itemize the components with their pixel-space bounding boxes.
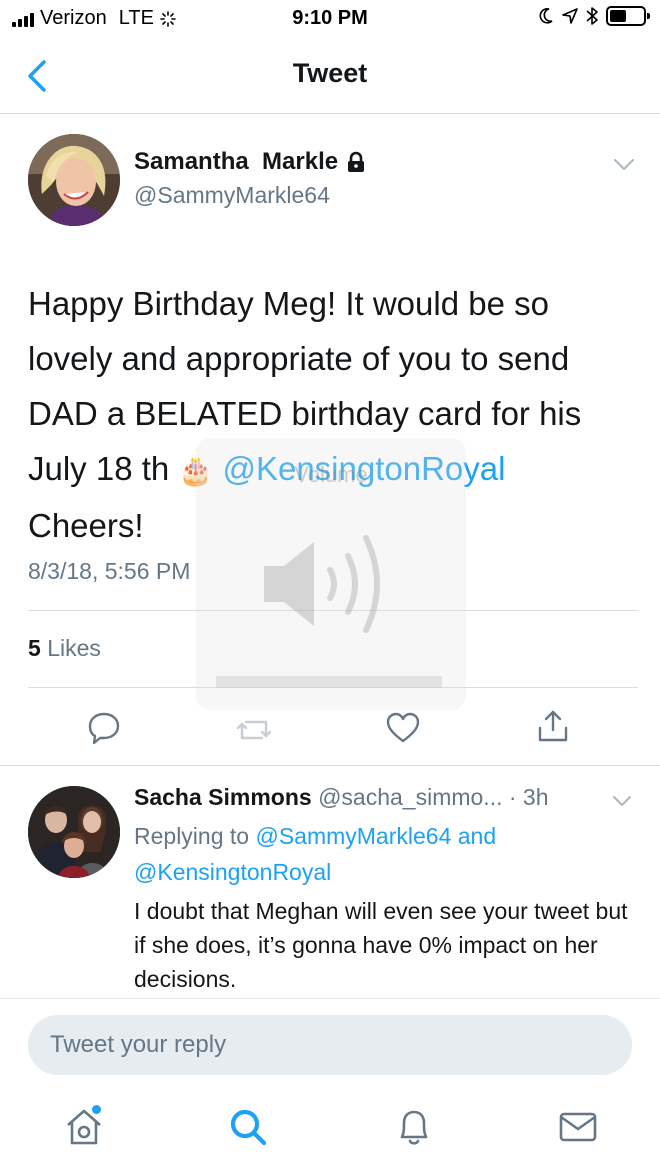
tweet-timestamp: 8/3/18, 5:56 PM xyxy=(28,558,191,584)
battery-icon xyxy=(606,6,650,26)
replying-mention-2[interactable]: @KensingtonRoyal xyxy=(134,859,331,885)
replying-to-prefix: Replying to xyxy=(134,823,256,849)
reply-icon[interactable] xyxy=(86,710,122,746)
volume-level-bar xyxy=(216,676,442,688)
volume-overlay: Volume xyxy=(196,438,466,710)
likes-label: Likes xyxy=(47,635,101,661)
speaker-icon xyxy=(264,535,380,633)
divider xyxy=(0,765,660,766)
reply-text: I doubt that Meghan will even see your t… xyxy=(134,898,628,992)
reply-composer xyxy=(0,998,660,1174)
chevron-down-icon[interactable] xyxy=(612,794,632,808)
volume-label: Volume xyxy=(294,462,368,487)
replying-to: Replying to @SammyMarkle64 and @Kensingto… xyxy=(134,818,634,890)
likes-count[interactable]: 5 Likes xyxy=(28,635,101,662)
lock-icon xyxy=(348,151,365,172)
chevron-down-icon[interactable] xyxy=(612,156,636,174)
reply-input[interactable] xyxy=(28,1015,632,1075)
nav-bar: Tweet xyxy=(0,38,660,114)
status-bar: Verizon LTE 9:10 PM xyxy=(0,0,660,38)
reply-avatar[interactable] xyxy=(28,786,120,878)
bluetooth-icon xyxy=(586,7,598,25)
location-icon xyxy=(562,8,578,24)
likes-number: 5 xyxy=(28,635,41,661)
status-right xyxy=(538,6,650,26)
reply-time: · 3h xyxy=(508,784,549,810)
author-handle[interactable]: @SammyMarkle64 xyxy=(134,182,330,209)
messages-icon[interactable] xyxy=(556,1105,600,1149)
reply-author-name[interactable]: Sacha Simmons xyxy=(134,784,312,810)
reply-author-handle[interactable]: @sacha_simmo... xyxy=(318,784,502,810)
like-icon[interactable] xyxy=(385,710,421,746)
avatar[interactable] xyxy=(28,134,120,226)
search-icon[interactable] xyxy=(226,1105,270,1149)
page-title: Tweet xyxy=(292,58,368,88)
notifications-icon[interactable] xyxy=(392,1105,436,1149)
share-icon[interactable] xyxy=(535,708,571,744)
retweet-icon[interactable] xyxy=(236,712,272,748)
author-name-text: Samantha Markle xyxy=(134,148,339,175)
reply-header: Sacha Simmons @sacha_simmo... · 3h xyxy=(134,784,549,811)
moon-icon xyxy=(539,8,553,24)
tweet-closing: Cheers! xyxy=(28,507,144,544)
replying-mention-1[interactable]: @SammyMarkle64 xyxy=(255,823,451,849)
home-notification-dot xyxy=(92,1105,101,1114)
replying-and: and xyxy=(451,823,497,849)
author-name[interactable]: Samantha Markle xyxy=(134,148,366,176)
